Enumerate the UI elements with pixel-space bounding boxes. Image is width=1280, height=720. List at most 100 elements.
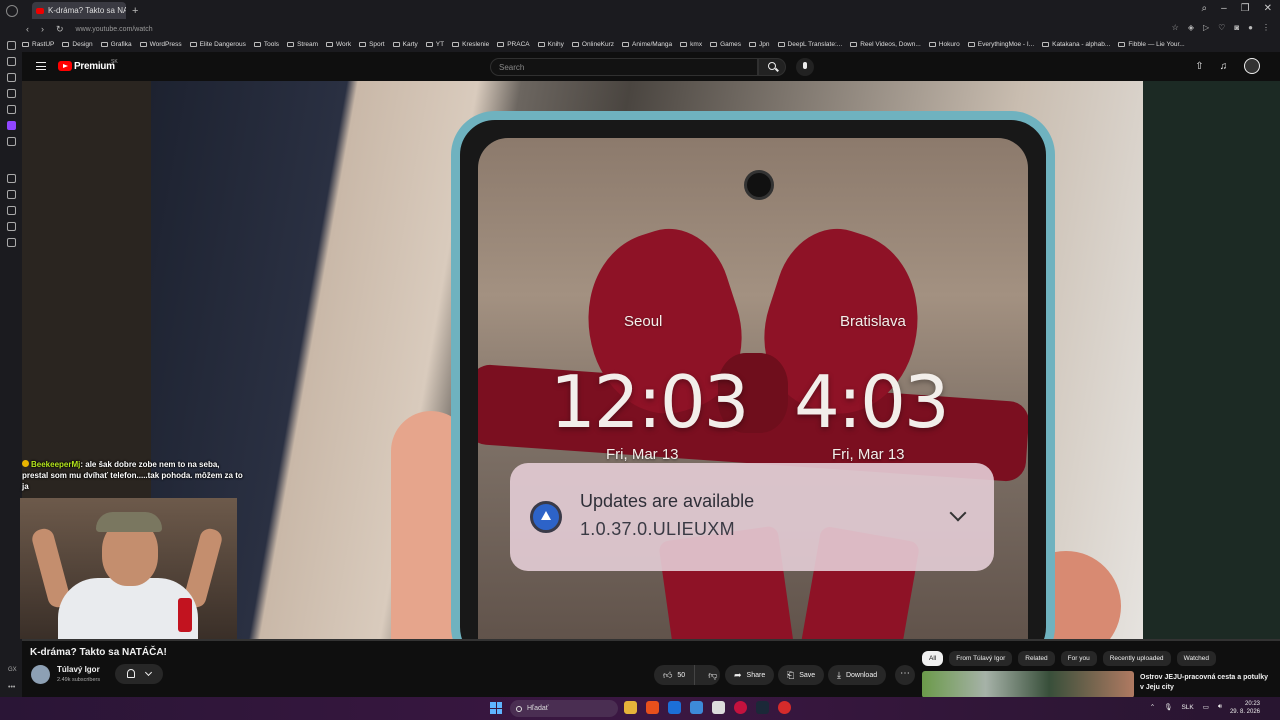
- progress-bar[interactable]: [22, 639, 1280, 641]
- account-avatar[interactable]: [1244, 58, 1260, 74]
- share-button[interactable]: ➦ Share: [725, 665, 775, 685]
- bookmark-item[interactable]: Games: [710, 41, 741, 48]
- bookmark-item[interactable]: Kreslenie: [452, 41, 489, 48]
- minimize-icon[interactable]: –: [1221, 3, 1227, 14]
- bookmark-item[interactable]: EverythingMoe - I...: [967, 41, 1034, 48]
- bookmark-item[interactable]: Karty: [392, 41, 418, 48]
- more-actions-icon[interactable]: ⋯: [895, 665, 915, 685]
- photos-icon[interactable]: [690, 701, 703, 714]
- bookmark-item[interactable]: Hokuro: [928, 41, 960, 48]
- sidebar-twitch-icon[interactable]: [6, 121, 16, 130]
- close-window-icon[interactable]: ✕: [1264, 3, 1272, 14]
- notifications-icon[interactable]: ♫: [1218, 61, 1229, 72]
- sidebar-store-icon[interactable]: [6, 57, 16, 66]
- volume-icon[interactable]: 🔊︎: [1218, 703, 1222, 711]
- sidebar-settings-icon[interactable]: [6, 105, 16, 114]
- dislike-button[interactable]: 👎︎: [700, 670, 725, 681]
- browser-menu-icon[interactable]: [6, 4, 18, 17]
- play-icon[interactable]: ▷: [1203, 23, 1209, 32]
- channel-name[interactable]: Túlavý Igor: [57, 665, 100, 674]
- taskbar-search[interactable]: Hľadať: [510, 700, 618, 717]
- maximize-icon[interactable]: ❐: [1241, 3, 1250, 14]
- search-button[interactable]: [758, 58, 786, 76]
- bookmark-star-icon[interactable]: ☆: [1172, 23, 1179, 32]
- sidebar-more-icon[interactable]: •••: [8, 684, 15, 691]
- filter-chip[interactable]: Watched: [1176, 651, 1216, 666]
- calculator-icon[interactable]: [712, 701, 725, 714]
- bookmark-item[interactable]: OnlineKurz: [571, 41, 614, 48]
- bookmark-item[interactable]: PRACA: [497, 41, 530, 48]
- bookmark-item[interactable]: Fibble — Lie Your...: [1118, 41, 1185, 48]
- bookmark-item[interactable]: kmx: [680, 41, 702, 48]
- bookmark-item[interactable]: RastUP: [22, 41, 54, 48]
- menu-icon[interactable]: ⋮: [1262, 23, 1270, 32]
- sidebar-extensions-icon[interactable]: [6, 222, 16, 231]
- sidebar-player-icon[interactable]: [6, 190, 16, 199]
- sidebar-percent-icon[interactable]: [6, 137, 16, 146]
- filter-chip[interactable]: From Túlavý Igor: [949, 651, 1013, 666]
- start-button-icon[interactable]: [490, 702, 502, 714]
- app-icon[interactable]: [668, 701, 681, 714]
- bookmark-item[interactable]: Reel Videos, Down...: [850, 41, 921, 48]
- search-input[interactable]: Search: [490, 58, 758, 76]
- subscribed-button[interactable]: [115, 664, 163, 684]
- filter-chip[interactable]: All: [922, 651, 944, 666]
- sidebar-app-icon[interactable]: [6, 89, 16, 98]
- language-indicator[interactable]: SLK: [1181, 704, 1193, 711]
- browser-tab[interactable]: K-dráma? Takto sa NA...: [32, 2, 126, 19]
- like-button[interactable]: 👍︎ 50: [654, 665, 696, 685]
- file-explorer-icon[interactable]: [624, 701, 637, 714]
- sidebar-messenger-icon[interactable]: [6, 73, 16, 82]
- bookmark-item[interactable]: Tools: [253, 41, 279, 48]
- upload-icon[interactable]: ⇧: [1194, 61, 1205, 72]
- sidebar-home-icon[interactable]: [6, 41, 16, 50]
- youtube-logo-icon[interactable]: [58, 61, 72, 71]
- sidebar-reading-icon[interactable]: [6, 206, 16, 215]
- voice-search-icon[interactable]: [796, 58, 814, 76]
- profile-icon[interactable]: ●: [1248, 23, 1253, 32]
- channel-avatar[interactable]: [31, 665, 50, 684]
- filter-chip[interactable]: Related: [1018, 651, 1055, 666]
- opera-gx-icon[interactable]: [734, 701, 747, 714]
- youtube-brand[interactable]: Premium: [74, 61, 115, 72]
- recommended-title[interactable]: Ostrov JEJU-pracovná cesta a potulky v J…: [1140, 673, 1270, 693]
- download-button[interactable]: ⤓ Download: [828, 665, 887, 685]
- taskbar-clock[interactable]: 20:23 29. 8. 2026: [1230, 700, 1260, 716]
- hamburger-menu-icon[interactable]: [36, 62, 46, 70]
- bookmark-item[interactable]: Elite Dangerous: [189, 41, 246, 48]
- steam-icon[interactable]: [756, 701, 769, 714]
- search-tabs-icon[interactable]: ⌕: [1201, 3, 1207, 14]
- opera-icon[interactable]: [778, 701, 791, 714]
- camera-icon[interactable]: ◙: [1234, 23, 1239, 32]
- sidebar-downloads-icon[interactable]: [6, 238, 16, 247]
- tray-expand-icon[interactable]: ⌃: [1150, 703, 1155, 711]
- back-icon[interactable]: ‹: [26, 24, 29, 35]
- bookmark-item[interactable]: Knihy: [537, 41, 564, 48]
- sidebar-history-icon[interactable]: [6, 174, 16, 183]
- bookmark-item[interactable]: Anime/Manga: [622, 41, 672, 48]
- bookmark-item[interactable]: Grafika: [100, 41, 132, 48]
- save-button[interactable]: ⎗ Save: [778, 665, 825, 685]
- bookmark-label: WordPress: [149, 41, 182, 48]
- forward-icon[interactable]: ›: [41, 24, 44, 35]
- bookmark-item[interactable]: YT: [425, 41, 444, 48]
- bookmark-item[interactable]: Design: [62, 41, 93, 48]
- bookmark-item[interactable]: Katakana - alphab...: [1042, 41, 1110, 48]
- url-field[interactable]: www.youtube.com/watch: [76, 26, 153, 33]
- bookmark-item[interactable]: WordPress: [139, 41, 182, 48]
- bookmark-item[interactable]: Sport: [359, 41, 385, 48]
- recommended-thumbnail[interactable]: [922, 671, 1134, 698]
- heart-icon[interactable]: ♡: [1218, 23, 1225, 32]
- filter-chip[interactable]: For you: [1060, 651, 1097, 666]
- bookmark-item[interactable]: DeepL Translate:...: [777, 41, 842, 48]
- monitor-icon[interactable]: ▭: [1203, 703, 1209, 711]
- bookmark-item[interactable]: Stream: [287, 41, 318, 48]
- bookmark-item[interactable]: Work: [326, 41, 351, 48]
- microphone-icon[interactable]: 🎙︎: [1164, 703, 1172, 711]
- shield-icon[interactable]: ◈: [1188, 23, 1194, 32]
- reload-icon[interactable]: ↻: [56, 24, 64, 35]
- filter-chip[interactable]: Recently uploaded: [1102, 651, 1171, 666]
- brave-browser-icon[interactable]: [646, 701, 659, 714]
- new-tab-icon[interactable]: +: [132, 5, 138, 17]
- bookmark-item[interactable]: Jpn: [749, 41, 770, 48]
